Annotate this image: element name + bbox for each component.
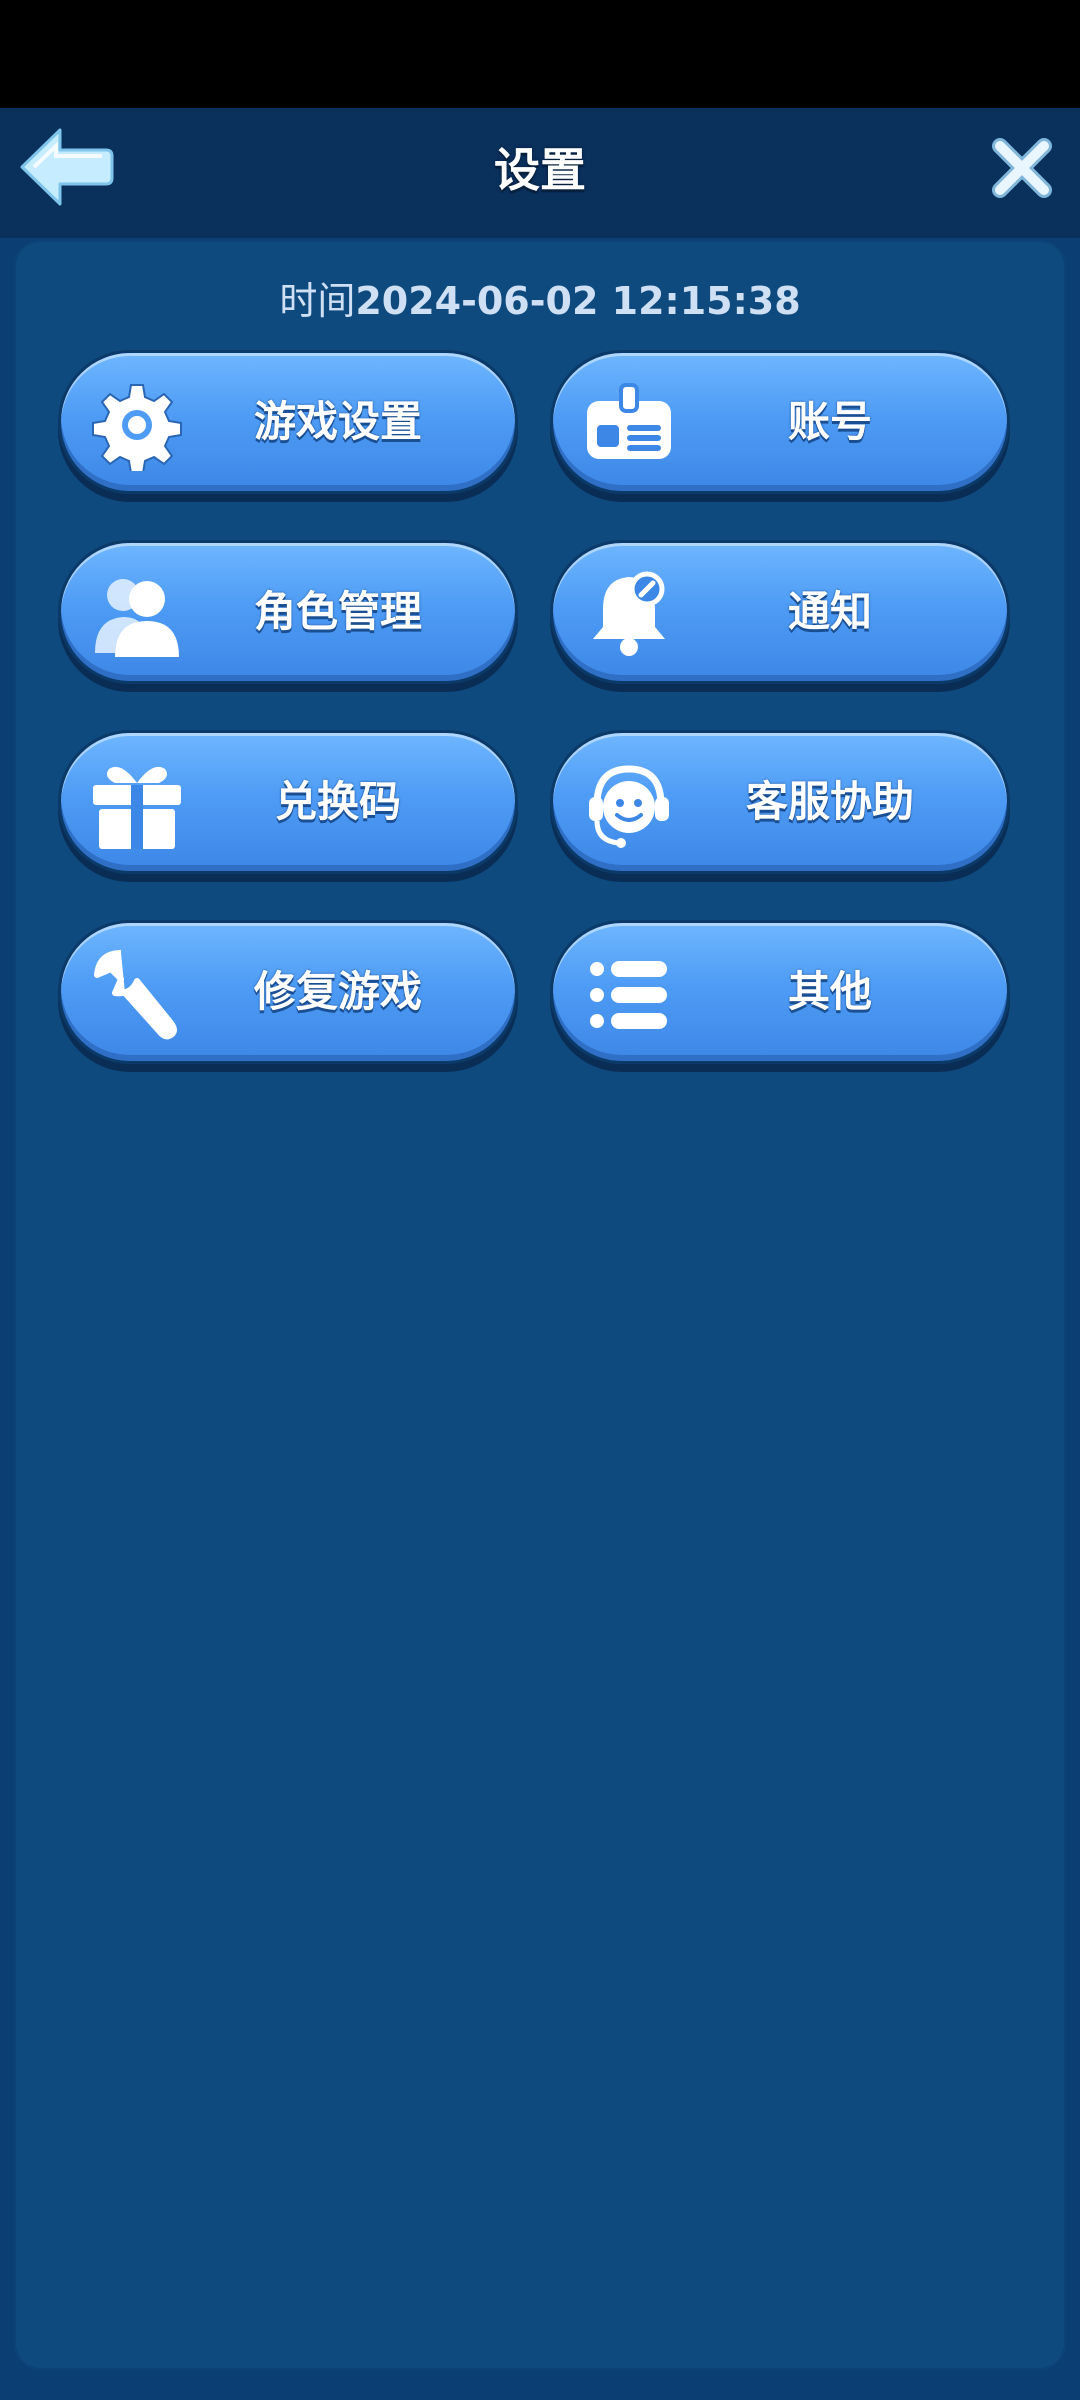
character-management-label: 角色管理	[253, 587, 422, 636]
close-icon	[992, 138, 1052, 198]
timestamp-value: 2024-06-02 12:15:38	[355, 279, 801, 323]
settings-panel: 时间2024-06-02 12:15:38 游戏设置 账号 角色管理 通知 兑换…	[14, 240, 1066, 2370]
other-button[interactable]: 其他	[550, 920, 1010, 1064]
id-card-icon	[587, 383, 671, 459]
gift-icon	[93, 766, 181, 849]
wrench-icon	[94, 950, 177, 1040]
notification-button[interactable]: 通知	[550, 540, 1010, 684]
customer-support-button[interactable]: 客服协助	[550, 730, 1010, 874]
game-settings-label: 游戏设置	[253, 397, 422, 446]
redeem-code-button[interactable]: 兑换码	[58, 730, 518, 874]
account-label: 账号	[787, 397, 872, 446]
status-bar	[0, 0, 1080, 108]
bell-icon	[593, 571, 665, 656]
account-button[interactable]: 账号	[550, 350, 1010, 494]
game-settings-button[interactable]: 游戏设置	[58, 350, 518, 494]
repair-game-label: 修复游戏	[253, 967, 422, 1016]
character-management-button[interactable]: 角色管理	[58, 540, 518, 684]
customer-support-label: 客服协助	[745, 777, 914, 826]
timestamp-prefix: 时间	[279, 279, 356, 323]
notification-label: 通知	[787, 587, 872, 636]
redeem-code-label: 兑换码	[274, 777, 401, 826]
header-bar: 设置	[0, 108, 1080, 238]
close-button[interactable]	[990, 136, 1054, 200]
gear-icon	[92, 384, 182, 471]
page-title: 设置	[494, 143, 586, 197]
other-label: 其他	[787, 967, 872, 1016]
headset-icon	[589, 765, 669, 848]
list-icon	[590, 961, 667, 1029]
repair-game-button[interactable]: 修复游戏	[58, 920, 518, 1064]
timestamp: 时间2024-06-02 12:15:38	[14, 270, 1066, 325]
users-icon	[95, 579, 179, 657]
